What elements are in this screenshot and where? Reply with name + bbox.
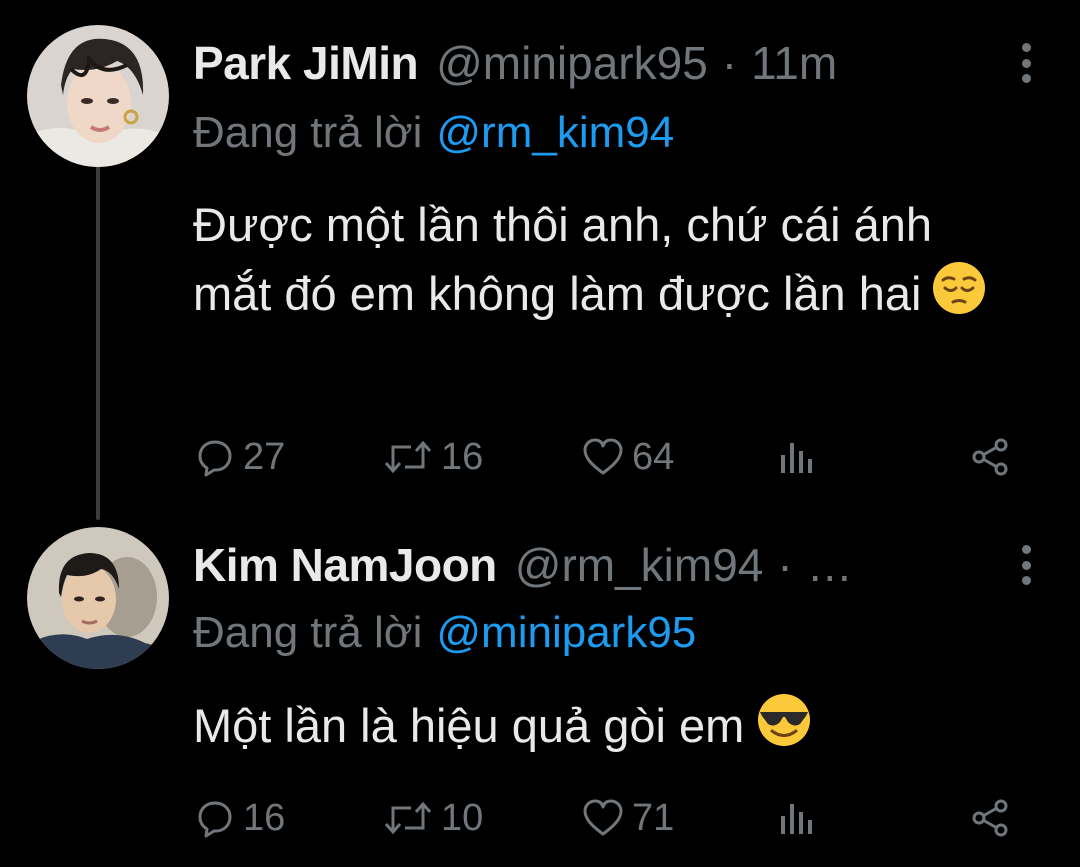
share-button[interactable]	[970, 427, 1010, 487]
avatar-park-jimin[interactable]	[27, 25, 169, 167]
pensive-face-icon	[931, 260, 987, 334]
replying-to-mention[interactable]: @rm_kim94	[436, 108, 674, 157]
smiling-face-with-sunglasses-icon	[754, 690, 814, 766]
timestamp[interactable]: 11m	[751, 36, 837, 90]
retweet-button[interactable]: 16	[383, 427, 483, 487]
like-icon	[583, 799, 623, 836]
timestamp[interactable]: …	[807, 538, 853, 592]
replying-to-mention[interactable]: @minipark95	[436, 608, 696, 657]
tweet-header: Kim NamJoon @rm_kim94 · …	[193, 535, 1040, 595]
replying-to-label: Đang trả lời	[193, 608, 423, 657]
retweet-icon	[384, 440, 432, 474]
reply-button[interactable]: 27	[195, 427, 285, 487]
reply-icon	[198, 801, 232, 838]
share-button[interactable]	[970, 788, 1010, 848]
analytics-icon	[781, 804, 812, 834]
reply-icon	[198, 440, 232, 477]
avatar-image	[27, 527, 169, 669]
share-icon	[972, 438, 1008, 476]
analytics-button[interactable]	[778, 427, 814, 487]
more-icon[interactable]	[1016, 43, 1036, 83]
tweet-text-content: Một lần là hiệu quả gòi em	[193, 699, 745, 752]
user-handle[interactable]: @minipark95	[436, 36, 708, 90]
analytics-button[interactable]	[778, 788, 814, 848]
display-name[interactable]: Kim NamJoon	[193, 538, 497, 592]
share-icon	[972, 799, 1008, 837]
tweet-header: Park JiMin @minipark95 · 11m	[193, 33, 1040, 93]
display-name[interactable]: Park JiMin	[193, 36, 419, 90]
avatar-kim-namjoon[interactable]	[27, 527, 169, 669]
tweet-2[interactable]: Kim NamJoon @rm_kim94 · … Đang trả lời @m…	[0, 500, 1080, 867]
retweet-count: 10	[441, 796, 484, 839]
separator-dot: ·	[721, 37, 738, 89]
tweet-actions: 27 16 64	[190, 427, 1020, 487]
separator-dot: ·	[777, 539, 793, 591]
replying-to: Đang trả lời @minipark95	[193, 608, 696, 658]
like-count: 64	[632, 435, 675, 478]
replying-to: Đang trả lời @rm_kim94	[193, 108, 674, 158]
avatar-image	[27, 25, 169, 167]
retweet-count: 16	[441, 435, 484, 478]
reply-count: 27	[243, 435, 286, 478]
replying-to-label: Đang trả lời	[193, 108, 423, 157]
tweet-1[interactable]: Park JiMin @minipark95 · 11m Đang trả lờ…	[0, 0, 1080, 500]
like-count: 71	[632, 796, 675, 839]
like-button[interactable]: 64	[582, 427, 674, 487]
retweet-button[interactable]: 10	[383, 788, 483, 848]
reply-button[interactable]: 16	[195, 788, 285, 848]
like-button[interactable]: 71	[582, 788, 674, 848]
user-handle[interactable]: @rm_kim94	[515, 538, 764, 592]
tweet-text-content: Được một lần thôi anh, chứ cái ánh mắt đ…	[193, 198, 933, 320]
more-icon[interactable]	[1016, 545, 1036, 585]
reply-count: 16	[243, 796, 286, 839]
retweet-icon	[384, 801, 432, 835]
analytics-icon	[781, 443, 812, 473]
tweet-text: Một lần là hiệu quả gòi em	[193, 690, 1013, 766]
tweet-text: Được một lần thôi anh, chứ cái ánh mắt đ…	[193, 190, 1013, 334]
tweet-actions: 16 10 71	[190, 788, 1020, 848]
like-icon	[583, 438, 623, 475]
